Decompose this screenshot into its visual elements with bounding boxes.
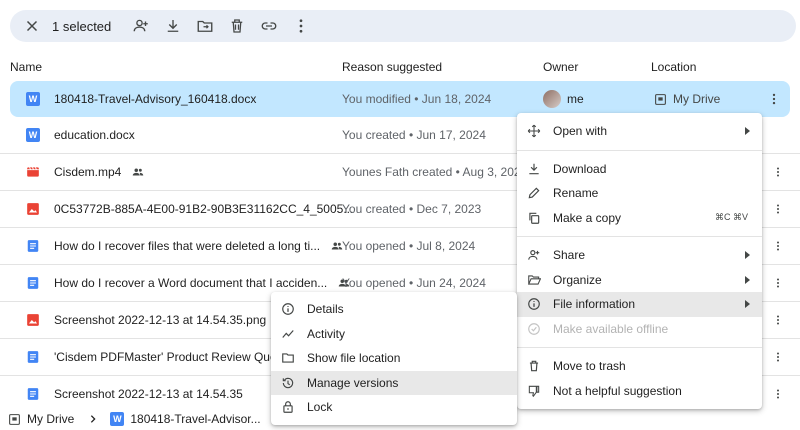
table-row[interactable]: W 180418-Travel-Advisory_160418.docx You…	[10, 81, 790, 117]
image-file-icon	[26, 302, 42, 338]
column-header-location: Location	[651, 60, 697, 74]
move-arrows-icon	[527, 124, 541, 138]
breadcrumb-file[interactable]: 180418-Travel-Advisor...	[130, 412, 260, 426]
file-name: 0C53772B-885A-4E00-91B2-90B3E31162CC_4_5…	[54, 202, 354, 216]
more-vert-icon[interactable]	[285, 10, 317, 42]
file-name: How do I recover files that were deleted…	[54, 228, 344, 264]
word-file-icon: W	[26, 81, 42, 117]
move-to-folder-icon[interactable]	[189, 10, 221, 42]
selection-toolbar: 1 selected	[10, 10, 796, 42]
column-header-name[interactable]: Name	[10, 60, 42, 74]
file-name: 'Cisdem PDFMaster' Product Review Questi	[54, 350, 289, 364]
menu-item-not-helpful[interactable]: Not a helpful suggestion	[517, 379, 762, 404]
person-add-icon	[528, 250, 540, 260]
info-icon	[282, 303, 294, 315]
menu-item-activity[interactable]: Activity	[271, 322, 517, 347]
more-vert-icon[interactable]	[762, 81, 786, 117]
submenu-arrow-icon	[745, 251, 750, 259]
file-name: education.docx	[54, 128, 135, 142]
menu-item-manage-versions[interactable]: Manage versions	[271, 370, 517, 395]
lock-icon	[283, 401, 293, 413]
reason-text: You modified • Jun 18, 2024	[342, 92, 492, 106]
doc-file-icon	[26, 376, 42, 412]
menu-item-open-with[interactable]: Open with	[517, 119, 762, 144]
breadcrumb-root[interactable]: My Drive	[27, 412, 74, 426]
drive-icon	[9, 413, 20, 425]
file-name: 180418-Travel-Advisory_160418.docx	[54, 92, 257, 106]
image-file-icon	[26, 191, 42, 227]
word-file-icon: W	[26, 117, 42, 153]
menu-item-make-offline: Make available offline	[517, 317, 762, 342]
video-file-icon	[26, 154, 42, 190]
download-icon	[529, 163, 539, 174]
menu-item-rename[interactable]: Rename	[517, 181, 762, 206]
copy-icon	[529, 212, 540, 224]
menu-item-details[interactable]: Details	[271, 297, 517, 322]
menu-item-show-location[interactable]: Show file location	[271, 346, 517, 371]
shortcut-text: ⌘C ⌘V	[714, 212, 748, 223]
owner: me	[543, 81, 584, 117]
menu-item-move-trash[interactable]: Move to trash	[517, 354, 762, 379]
menu-item-lock[interactable]: Lock	[271, 395, 517, 420]
more-vert-icon[interactable]	[772, 239, 784, 258]
file-information-submenu: Details Activity Show file location Mana…	[271, 292, 517, 425]
more-vert-icon[interactable]	[772, 350, 784, 369]
file-name: Screenshot 2022-12-13 at 14.54.35	[54, 387, 243, 401]
more-vert-icon[interactable]	[772, 202, 784, 221]
location[interactable]: My Drive	[654, 81, 720, 117]
trash-icon	[529, 360, 539, 372]
shared-people-icon	[131, 165, 145, 179]
reason-text: You created • Dec 7, 2023	[342, 202, 482, 216]
doc-file-icon	[26, 228, 42, 264]
folder-icon	[282, 353, 294, 363]
activity-trend-icon	[282, 329, 294, 338]
word-file-icon: W	[110, 412, 125, 426]
history-icon	[282, 377, 294, 388]
doc-file-icon	[26, 339, 42, 375]
menu-item-share[interactable]: Share	[517, 243, 762, 268]
download-icon[interactable]	[157, 10, 189, 42]
column-header-reason: Reason suggested	[342, 60, 443, 74]
menu-item-organize[interactable]: Organize	[517, 268, 762, 293]
avatar	[543, 90, 561, 108]
menu-item-make-copy[interactable]: Make a copy ⌘C ⌘V	[517, 206, 762, 231]
file-name: Screenshot 2022-12-13 at 14.54.35.png	[54, 313, 267, 327]
menu-divider	[517, 149, 762, 151]
menu-item-download[interactable]: Download	[517, 157, 762, 182]
file-name: Cisdem.mp4	[54, 154, 145, 190]
more-vert-icon[interactable]	[772, 313, 784, 332]
menu-divider	[517, 347, 762, 348]
doc-file-icon	[26, 265, 42, 301]
menu-item-file-information[interactable]: File information	[517, 292, 762, 317]
drive-icon	[655, 93, 666, 105]
reason-text: You opened • Jul 8, 2024	[342, 239, 476, 253]
more-vert-icon[interactable]	[772, 276, 784, 295]
chevron-right-icon	[91, 415, 96, 423]
column-header-owner: Owner	[543, 60, 579, 74]
offline-check-icon	[528, 322, 540, 335]
selected-count: 1 selected	[52, 18, 112, 34]
share-person-add-icon[interactable]	[125, 10, 157, 42]
folder-open-icon	[527, 274, 541, 285]
pencil-icon	[528, 187, 540, 199]
close-icon[interactable]	[16, 10, 48, 42]
context-menu: Open with Download Rename Make a copy ⌘C …	[517, 113, 762, 409]
info-icon	[528, 298, 540, 310]
submenu-arrow-icon	[745, 275, 750, 284]
reason-text: Younes Fath created • Aug 3, 2024	[342, 165, 528, 179]
thumb-down-icon	[528, 385, 540, 397]
reason-text: You created • Jun 17, 2024	[342, 128, 486, 142]
menu-divider	[517, 236, 762, 237]
more-vert-icon[interactable]	[772, 165, 784, 184]
more-vert-icon[interactable]	[772, 387, 784, 406]
submenu-arrow-icon	[745, 127, 750, 135]
submenu-arrow-icon	[745, 300, 750, 308]
link-icon[interactable]	[253, 10, 285, 42]
table-header: Name Reason suggested Owner Location	[0, 56, 800, 78]
trash-icon[interactable]	[221, 10, 253, 42]
